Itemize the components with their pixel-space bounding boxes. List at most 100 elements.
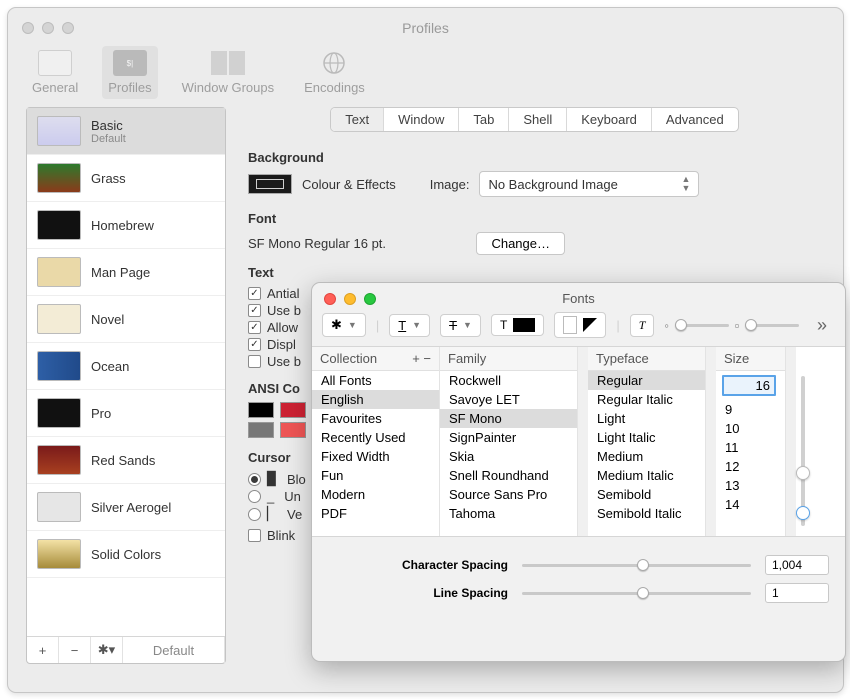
text-color-well[interactable]: T	[491, 314, 544, 336]
list-item[interactable]: Snell Roundhand	[440, 466, 577, 485]
allow-checkbox[interactable]	[248, 321, 261, 334]
toolbar-encodings[interactable]: Encodings	[298, 46, 371, 99]
tab-tab[interactable]: Tab	[459, 108, 509, 131]
list-item[interactable]: Favourites	[312, 409, 439, 428]
list-item[interactable]: Savoye LET	[440, 390, 577, 409]
char-spacing-slider[interactable]	[522, 558, 751, 572]
list-item[interactable]: Light Italic	[588, 428, 705, 447]
minimize-button[interactable]	[42, 22, 54, 34]
ansi-swatch[interactable]	[280, 422, 306, 438]
underline-menu[interactable]: T▼	[389, 314, 430, 337]
shadow-blur-slider[interactable]	[745, 318, 799, 332]
list-item[interactable]: Fixed Width	[312, 447, 439, 466]
blink-checkbox[interactable]	[248, 529, 261, 542]
cursor-block-radio[interactable]	[248, 473, 261, 486]
shadow-opacity-slider[interactable]	[675, 318, 729, 332]
toolbar-general[interactable]: General	[26, 46, 84, 99]
toolbar-window-groups[interactable]: Window Groups	[176, 46, 280, 99]
profiles-list[interactable]: Basic Default Grass Homebrew Man Page No…	[27, 108, 225, 636]
profile-row[interactable]: Man Page	[27, 249, 225, 296]
char-spacing-value[interactable]	[765, 555, 829, 575]
profile-row[interactable]: Novel	[27, 296, 225, 343]
line-spacing-value[interactable]	[765, 583, 829, 603]
list-item[interactable]: 9	[716, 400, 785, 419]
overflow-button[interactable]: »	[809, 315, 835, 336]
tab-shell[interactable]: Shell	[509, 108, 567, 131]
size-input[interactable]	[722, 375, 776, 396]
list-item[interactable]: Fun	[312, 466, 439, 485]
cursor-vertical-radio[interactable]	[248, 508, 261, 521]
family-scrollbar[interactable]	[578, 347, 588, 536]
list-item[interactable]: Medium Italic	[588, 466, 705, 485]
list-item[interactable]: Semibold	[588, 485, 705, 504]
typeface-scrollbar[interactable]	[706, 347, 716, 536]
set-default-button[interactable]: Default	[123, 637, 225, 663]
profile-row[interactable]: Pro	[27, 390, 225, 437]
list-item[interactable]: Rockwell	[440, 371, 577, 390]
tab-text[interactable]: Text	[331, 108, 384, 131]
toolbar-profiles[interactable]: $| Profiles	[102, 46, 157, 99]
profile-row[interactable]: Grass	[27, 155, 225, 202]
list-item[interactable]: Regular	[588, 371, 705, 390]
usebold-checkbox[interactable]	[248, 304, 261, 317]
profile-row[interactable]: Silver Aerogel	[27, 484, 225, 531]
add-collection-button[interactable]: +	[412, 351, 420, 366]
ansi-swatch[interactable]	[280, 402, 306, 418]
font-change-button[interactable]: Change…	[476, 232, 565, 255]
strikethrough-menu[interactable]: T▼	[440, 314, 481, 337]
list-item[interactable]: SignPainter	[440, 428, 577, 447]
line-spacing-slider[interactable]	[522, 586, 751, 600]
cursor-underline-radio[interactable]	[248, 490, 261, 503]
remove-profile-button[interactable]: −	[59, 637, 91, 663]
profile-row[interactable]: Solid Colors	[27, 531, 225, 578]
list-item[interactable]: Modern	[312, 485, 439, 504]
profile-row[interactable]: Homebrew	[27, 202, 225, 249]
zoom-button[interactable]	[364, 293, 376, 305]
background-color-well[interactable]	[248, 174, 292, 194]
display-checkbox[interactable]	[248, 338, 261, 351]
list-item[interactable]: Recently Used	[312, 428, 439, 447]
tab-window[interactable]: Window	[384, 108, 459, 131]
profile-actions-menu[interactable]: ✱▾	[91, 637, 123, 663]
list-item[interactable]: 11	[716, 438, 785, 457]
list-item[interactable]: PDF	[312, 504, 439, 523]
add-profile-button[interactable]: +	[27, 637, 59, 663]
list-item[interactable]: 12	[716, 457, 785, 476]
typeface-list[interactable]: Regular Regular Italic Light Light Itali…	[588, 371, 705, 523]
ansi-swatch[interactable]	[248, 402, 274, 418]
list-item[interactable]: Light	[588, 409, 705, 428]
list-item[interactable]: Medium	[588, 447, 705, 466]
list-item[interactable]: Regular Italic	[588, 390, 705, 409]
document-color-well[interactable]	[554, 312, 606, 338]
family-list[interactable]: Rockwell Savoye LET SF Mono SignPainter …	[440, 371, 577, 523]
fonts-actions-menu[interactable]: ✱▼	[322, 313, 366, 337]
size-slider[interactable]	[796, 347, 810, 536]
profile-row-basic[interactable]: Basic Default	[27, 108, 225, 155]
collection-list[interactable]: All Fonts English Favourites Recently Us…	[312, 371, 439, 523]
list-item[interactable]: Tahoma	[440, 504, 577, 523]
close-button[interactable]	[22, 22, 34, 34]
size-scrollbar[interactable]	[786, 347, 796, 536]
typography-button[interactable]: T	[630, 314, 655, 337]
list-item[interactable]: All Fonts	[312, 371, 439, 390]
minimize-button[interactable]	[344, 293, 356, 305]
usebright-checkbox[interactable]	[248, 355, 261, 368]
size-list[interactable]: 9 10 11 12 13 14	[716, 400, 785, 514]
remove-collection-button[interactable]: −	[423, 351, 431, 366]
ansi-swatch[interactable]	[248, 422, 274, 438]
close-button[interactable]	[324, 293, 336, 305]
background-image-popup[interactable]: No Background Image ▲▼	[479, 171, 699, 197]
zoom-button[interactable]	[62, 22, 74, 34]
list-item[interactable]: English	[312, 390, 439, 409]
list-item[interactable]: SF Mono	[440, 409, 577, 428]
profile-row[interactable]: Red Sands	[27, 437, 225, 484]
list-item[interactable]: Semibold Italic	[588, 504, 705, 523]
profile-row[interactable]: Ocean	[27, 343, 225, 390]
list-item[interactable]: 10	[716, 419, 785, 438]
list-item[interactable]: Skia	[440, 447, 577, 466]
tab-advanced[interactable]: Advanced	[652, 108, 738, 131]
tab-keyboard[interactable]: Keyboard	[567, 108, 652, 131]
list-item[interactable]: 13	[716, 476, 785, 495]
list-item[interactable]: 14	[716, 495, 785, 514]
list-item[interactable]: Source Sans Pro	[440, 485, 577, 504]
